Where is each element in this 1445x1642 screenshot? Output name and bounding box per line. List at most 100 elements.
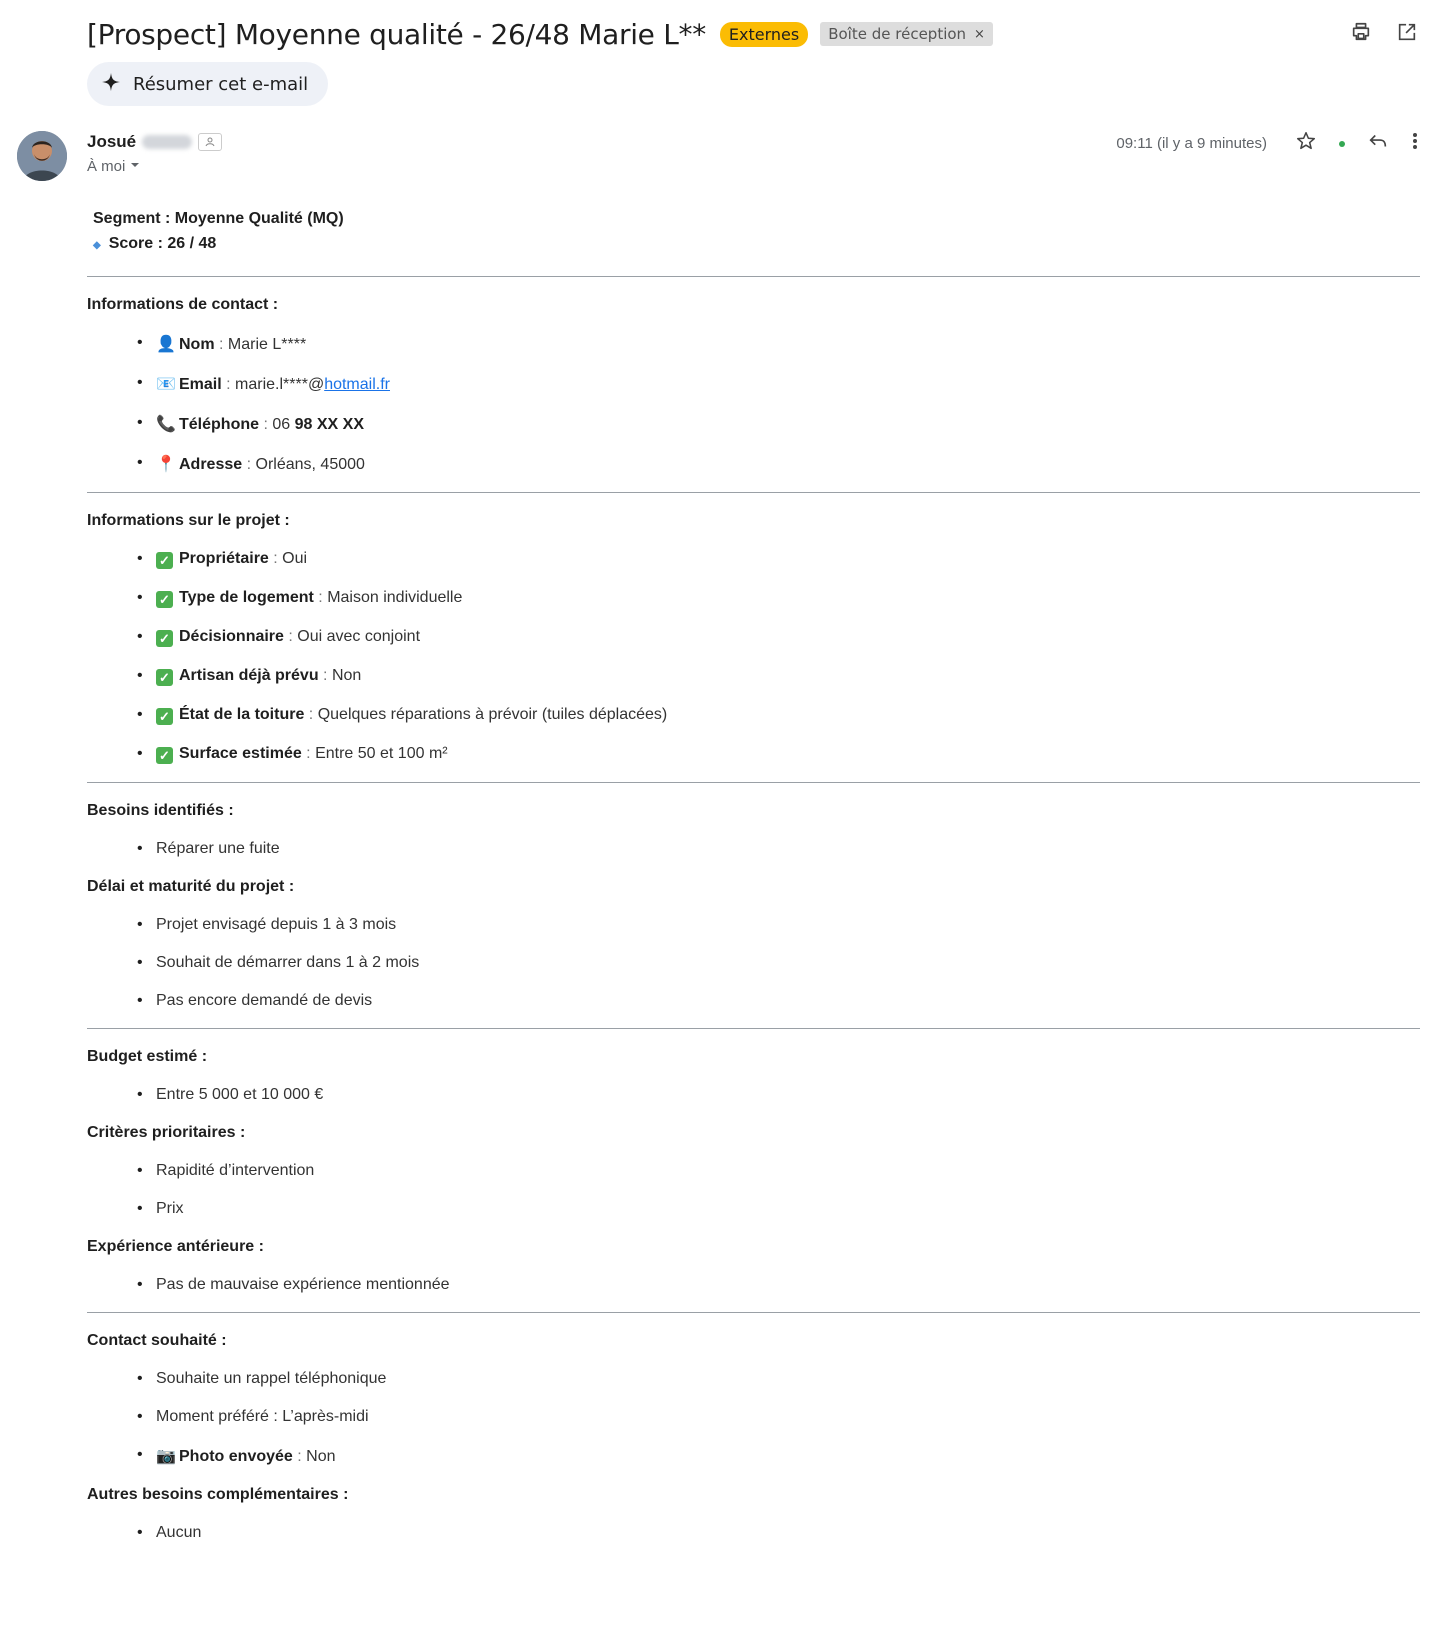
avatar[interactable] [17, 131, 67, 181]
list-item: 👤Nom : Marie L**** [87, 334, 1420, 354]
list-item: Pas encore demandé de devis [87, 992, 1420, 1010]
list-item: 📷Photo envoyée : Non [87, 1446, 1420, 1466]
separator-text: : [268, 550, 283, 567]
section-title-needs: Besoins identifiés : [87, 802, 234, 819]
diamond-icon: ◆ [93, 240, 101, 251]
contact-list: 👤Nom : Marie L**** 📧Email : marie.l****@… [87, 334, 1420, 474]
check-mark-icon: ✓ [156, 669, 173, 686]
check-mark-icon: ✓ [156, 747, 173, 764]
label-inbox[interactable]: Boîte de réception × [820, 22, 993, 46]
top-actions [1349, 20, 1419, 44]
divider [87, 276, 1420, 277]
score-text: Score : 26 / 48 [108, 235, 217, 252]
contact-label: Téléphone [179, 416, 260, 433]
divider [87, 1312, 1420, 1313]
separator-text: : [301, 745, 316, 762]
project-list: ✓ Propriétaire : Oui ✓ Type de logement : … [87, 550, 1420, 764]
more-vert-icon[interactable] [1411, 130, 1419, 157]
list-item: Réparer une fuite [87, 840, 1420, 858]
summarize-email-button[interactable]: Résumer cet e-mail [87, 62, 329, 106]
chevron-down-icon [129, 158, 141, 175]
delay-list: Projet envisagé depuis 1 à 3 mois Souhai… [87, 916, 1420, 1010]
divider [87, 782, 1420, 783]
divider [87, 492, 1420, 493]
section-title-budget: Budget estimé : [87, 1048, 208, 1065]
open-in-new-window-icon[interactable] [1395, 20, 1419, 44]
other-list: Aucun [87, 1524, 1420, 1542]
project-label: Type de logement [179, 589, 314, 606]
email-link[interactable]: hotmail.fr [324, 376, 390, 393]
list-item: Entre 5 000 et 10 000 € [87, 1086, 1420, 1104]
email-subject: [Prospect] Moyenne qualité - 26/48 Marie… [87, 17, 706, 51]
subject-row: [Prospect] Moyenne qualité - 26/48 Marie… [87, 14, 1425, 54]
timestamp: 09:11 (il y a 9 minutes) [1116, 135, 1267, 152]
sparkle-icon [101, 72, 121, 97]
list-item: 📞Téléphone : 06 98 XX XX [87, 414, 1420, 434]
separator-text: : [259, 416, 273, 433]
separator-text: : [292, 1448, 307, 1465]
check-mark-icon: ✓ [156, 552, 173, 569]
remove-label-button[interactable]: × [974, 27, 985, 42]
list-item: Souhaite un rappel téléphonique [87, 1370, 1420, 1388]
section-title-contact: Informations de contact : [87, 296, 279, 313]
list-item: ✓ Artisan déjà prévu : Non [87, 667, 1420, 686]
list-item: Pas de mauvaise expérience mentionnée [87, 1276, 1420, 1294]
sender-lastname-blurred [142, 135, 193, 149]
email-body: Segment : Moyenne Qualité (MQ) ◆ Score : … [87, 206, 1420, 1542]
project-label: Décisionnaire [179, 628, 284, 645]
separator-text: : [318, 667, 332, 684]
separator-text: : [221, 376, 236, 393]
list-item: Projet envisagé depuis 1 à 3 mois [87, 916, 1420, 934]
contact-card-icon[interactable] [198, 133, 223, 151]
project-label: Surface estimée [179, 745, 302, 762]
reply-icon[interactable] [1367, 130, 1389, 157]
contact-label: Email [179, 376, 222, 393]
project-label: État de la toiture [179, 706, 305, 723]
separator-text: : [214, 336, 228, 353]
section-title-criteria: Critères prioritaires : [87, 1124, 246, 1141]
photo-value: Non [306, 1448, 336, 1465]
recipient-dropdown[interactable]: À moi [87, 158, 141, 175]
criteria-list: Rapidité d’intervention Prix [87, 1162, 1420, 1218]
contact-value-bold: 98 XX XX [294, 416, 364, 433]
list-item: ✓ Type de logement : Maison individuelle [87, 589, 1420, 608]
label-externes[interactable]: Externes [719, 21, 809, 47]
contact-value: Orléans, 45000 [255, 456, 365, 473]
contact-value: 06 [272, 416, 295, 433]
sender-info: Josué [87, 132, 223, 152]
printer-icon[interactable] [1349, 20, 1373, 44]
project-value: Entre 50 et 100 m² [315, 745, 448, 762]
contact-pref-list: Souhaite un rappel téléphonique Moment p… [87, 1370, 1420, 1466]
experience-list: Pas de mauvaise expérience mentionnée [87, 1276, 1420, 1294]
contact-value: marie.l****@ [235, 376, 325, 393]
separator-text: : [304, 706, 318, 723]
phone-emoji-icon: 📞 [156, 416, 176, 433]
list-item: ✓ État de la toiture : Quelques réparatio… [87, 706, 1420, 725]
photo-label: Photo envoyée [179, 1448, 293, 1465]
project-value: Oui [282, 550, 308, 567]
segment-line: Segment : Moyenne Qualité (MQ) [93, 210, 344, 227]
separator-text: : [242, 456, 256, 473]
contact-label: Adresse [179, 456, 243, 473]
list-item: Rapidité d’intervention [87, 1162, 1420, 1180]
label-inbox-text: Boîte de réception [828, 25, 967, 43]
project-label: Propriétaire [179, 550, 269, 567]
separator-text: : [283, 628, 298, 645]
summarize-label: Résumer cet e-mail [133, 73, 309, 95]
section-title-contact-pref: Contact souhaité : [87, 1332, 227, 1349]
project-value: Quelques réparations à prévoir (tuiles d… [317, 706, 668, 723]
budget-list: Entre 5 000 et 10 000 € [87, 1086, 1420, 1104]
project-value: Non [331, 667, 362, 684]
needs-list: Réparer une fuite [87, 840, 1420, 858]
star-icon[interactable] [1295, 130, 1317, 157]
online-status-icon [1339, 140, 1345, 147]
section-title-experience: Expérience antérieure : [87, 1238, 264, 1255]
divider [87, 1028, 1420, 1029]
separator-text: : [313, 589, 328, 606]
check-mark-icon: ✓ [156, 630, 173, 647]
list-item: Prix [87, 1200, 1420, 1218]
project-value: Oui avec conjoint [297, 628, 421, 645]
list-item: 📍Adresse : Orléans, 45000 [87, 454, 1420, 474]
section-title-project: Informations sur le projet : [87, 512, 290, 529]
sender-name[interactable]: Josué [87, 132, 136, 152]
